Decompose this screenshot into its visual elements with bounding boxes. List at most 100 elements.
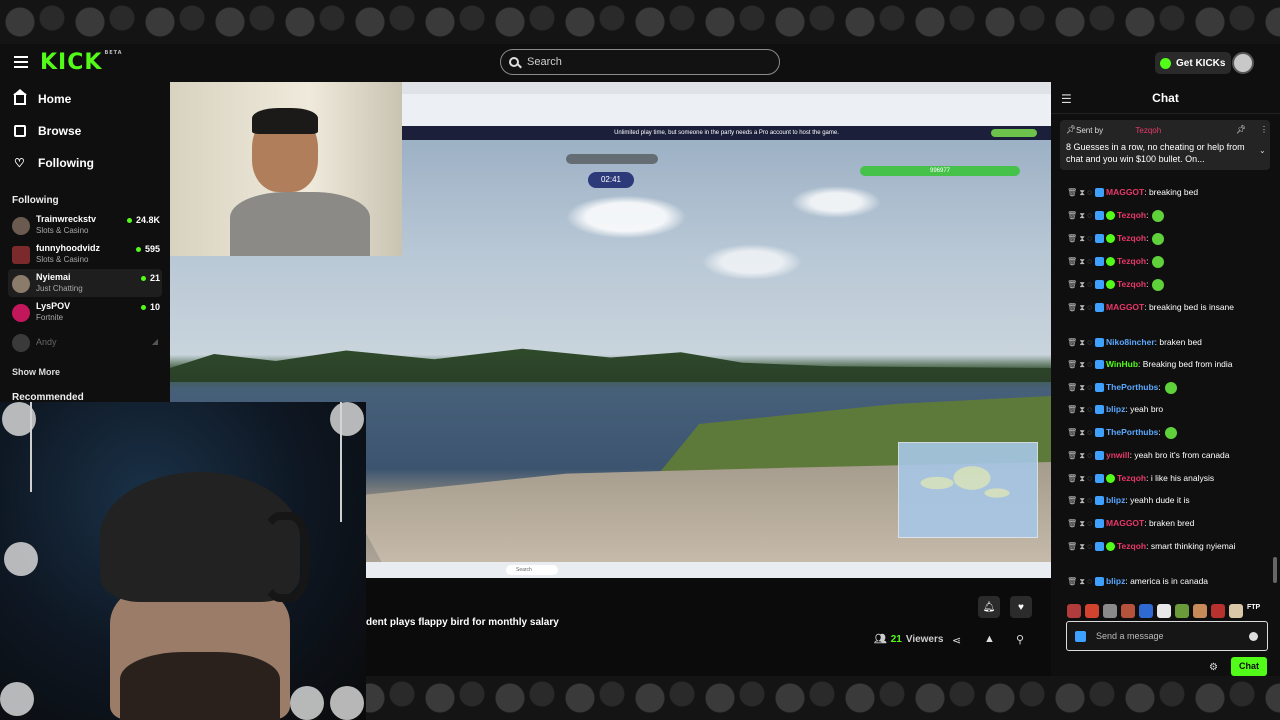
mod-actions-icon[interactable]: 🗑︎ ⧗ ◌ <box>1067 451 1092 460</box>
share-icon[interactable]: ⋖ <box>952 634 961 647</box>
user-avatar[interactable] <box>1232 52 1254 74</box>
sidebar-item-home[interactable]: Home <box>13 89 71 106</box>
mod-actions-icon[interactable]: 🗑︎ ⧗ ◌ <box>1067 383 1092 392</box>
emote[interactable] <box>1157 604 1171 618</box>
chat-username[interactable]: ThePorthubs <box>1106 382 1158 392</box>
sidebar-item-browse[interactable]: Browse <box>14 124 81 138</box>
chat-username[interactable]: Tezqoh <box>1117 233 1146 243</box>
mod-actions-icon[interactable]: 🗑︎ ⧗ ◌ <box>1067 360 1092 369</box>
mod-actions-icon[interactable]: 🗑︎ ⧗ ◌ <box>1067 474 1092 483</box>
emote[interactable] <box>1229 604 1243 618</box>
chat-settings-gear-icon[interactable]: ⚙ <box>1209 662 1218 673</box>
chat-message[interactable]: 🗑︎ ⧗ ◌ blipz: yeahh dude it is <box>1067 493 1272 508</box>
mod-actions-icon[interactable]: 🗑︎ ⧗ ◌ <box>1067 303 1092 312</box>
game-timer: 02:41 <box>588 172 634 188</box>
chat-message[interactable]: 🗑︎ ⧗ ◌ Tezqoh: smart thinking nyiemai <box>1067 539 1272 554</box>
chat-message[interactable]: 🗑︎ ⧗ ◌ blipz: america is in canada <box>1067 574 1272 589</box>
mod-actions-icon[interactable]: 🗑︎ ⧗ ◌ <box>1067 188 1092 197</box>
followed-channel-nyiemai[interactable]: Nyiemai Just Chatting 21 <box>8 269 162 297</box>
mod-actions-icon[interactable]: 🗑︎ ⧗ ◌ <box>1067 405 1092 414</box>
emote-ftp[interactable]: FTP <box>1247 604 1260 618</box>
search-input[interactable] <box>527 56 767 68</box>
chat-input-box[interactable] <box>1066 621 1268 651</box>
chat-text: : <box>1146 256 1149 266</box>
chat-message[interactable]: 🗑︎ ⧗ ◌ MAGGOT: braken bred <box>1067 516 1272 531</box>
chat-message[interactable]: 🗑︎ ⧗ ◌ Tezqoh: i like his analysis <box>1067 471 1272 486</box>
emote[interactable] <box>1211 604 1225 618</box>
mod-actions-icon[interactable]: 🗑︎ ⧗ ◌ <box>1067 428 1092 437</box>
chat-message[interactable]: 🗑︎ ⧗ ◌ MAGGOT: breaking bed <box>1067 185 1272 200</box>
chat-username[interactable]: Tezqoh <box>1117 541 1146 551</box>
emoji-icon[interactable] <box>1249 632 1258 641</box>
user-options-icon[interactable]: ⚲ <box>1016 633 1024 646</box>
search-bar[interactable] <box>500 49 780 75</box>
chat-username[interactable]: Tezqoh <box>1117 279 1146 289</box>
kick-logo[interactable]: KICK BETA <box>40 50 123 75</box>
chat-username[interactable]: MAGGOT <box>1106 187 1144 197</box>
follow-button[interactable]: ♥ <box>1010 596 1032 618</box>
mod-actions-icon[interactable]: 🗑︎ ⧗ ◌ <box>1067 496 1092 505</box>
emote[interactable] <box>1067 604 1081 618</box>
get-kicks-button[interactable]: Get KICKs <box>1155 52 1232 74</box>
sub-badge-icon <box>1094 496 1104 506</box>
chat-message[interactable]: 🗑︎ ⧗ ◌ blipz: yeah bro <box>1067 402 1272 417</box>
chat-message-input[interactable] <box>1096 631 1236 641</box>
chat-message[interactable]: 🗑︎ ⧗ ◌ WinHub: Breaking bed from india <box>1067 357 1272 372</box>
chat-scrollbar[interactable] <box>1273 557 1277 583</box>
chat-username[interactable]: MAGGOT <box>1106 518 1144 528</box>
followed-channel-trainwreckstv[interactable]: Trainwreckstv Slots & Casino 24.8K <box>8 211 162 239</box>
chat-username[interactable]: WinHub <box>1106 359 1138 369</box>
chat-message[interactable]: 🗑︎ ⧗ ◌ ynwill: yeah bro it's from canada <box>1067 448 1272 463</box>
sidebar-item-following[interactable]: ♡ Following <box>14 156 94 170</box>
chat-message[interactable]: 🗑︎ ⧗ ◌ ThePorthubs: <box>1067 425 1272 440</box>
chat-username[interactable]: MAGGOT <box>1106 302 1144 312</box>
chat-username[interactable]: Tezqoh <box>1117 473 1146 483</box>
mod-actions-icon[interactable]: 🗑︎ ⧗ ◌ <box>1067 519 1092 528</box>
followed-channel-andy[interactable]: Andy ◢ <box>8 328 162 356</box>
followed-channel-lyspov[interactable]: LysPOV Fortnite 10 <box>8 298 162 326</box>
show-more-link[interactable]: Show More <box>12 367 60 377</box>
send-chat-button[interactable]: Chat <box>1231 657 1267 676</box>
mod-actions-icon[interactable]: 🗑︎ ⧗ ◌ <box>1067 542 1092 551</box>
chat-username[interactable]: blipz <box>1106 495 1125 505</box>
chat-username[interactable]: Niko8incher <box>1106 337 1155 347</box>
mod-actions-icon[interactable]: 🗑︎ ⧗ ◌ <box>1067 577 1092 586</box>
guest-beard <box>120 652 280 720</box>
bell-icon: 🔔︎ <box>982 601 996 613</box>
emote[interactable] <box>1175 604 1189 618</box>
chat-message[interactable]: 🗑︎ ⧗ ◌ Tezqoh: <box>1067 254 1272 269</box>
chat-username[interactable]: ynwill <box>1106 450 1130 460</box>
chat-username[interactable]: ThePorthubs <box>1106 427 1158 437</box>
chat-username[interactable]: Tezqoh <box>1117 210 1146 220</box>
chat-message[interactable]: 🗑︎ ⧗ ◌ MAGGOT: breaking bed is insane <box>1067 300 1272 315</box>
chat-message[interactable]: 🗑︎ ⧗ ◌ Niko8incher: braken bed <box>1067 335 1272 350</box>
mod-actions-icon[interactable]: 🗑︎ ⧗ ◌ <box>1067 338 1092 347</box>
mod-actions-icon[interactable]: 🗑︎ ⧗ ◌ <box>1067 234 1092 243</box>
chat-message[interactable]: 🗑︎ ⧗ ◌ ThePorthubs: <box>1067 380 1272 395</box>
notification-bell-button[interactable]: 🔔︎ <box>978 596 1000 618</box>
mod-actions-icon[interactable]: 🗑︎ ⧗ ◌ <box>1067 257 1092 266</box>
avatar <box>12 275 30 293</box>
emote[interactable] <box>1121 604 1135 618</box>
verified-badge-icon <box>1105 280 1115 290</box>
chat-message[interactable]: 🗑︎ ⧗ ◌ Tezqoh: <box>1067 208 1272 223</box>
report-icon[interactable]: ▲ <box>984 633 995 645</box>
followed-channel-funnyhoodvidz[interactable]: funnyhoodvidz Slots & Casino 595 <box>8 240 162 268</box>
emote[interactable] <box>1103 604 1117 618</box>
mod-actions-icon[interactable]: 🗑︎ ⧗ ◌ <box>1067 280 1092 289</box>
emote[interactable] <box>1085 604 1099 618</box>
mod-actions-icon[interactable]: 🗑︎ ⧗ ◌ <box>1067 211 1092 220</box>
more-options-icon[interactable]: ⋮ <box>1260 125 1268 134</box>
chat-username[interactable]: blipz <box>1106 576 1125 586</box>
expand-chevron-icon[interactable]: ⌄ <box>1259 146 1266 155</box>
pinned-message[interactable]: 📌︎ Sent by Tezqoh 📌︎ ⋮ ⌄ 8 Guesses in a … <box>1060 120 1270 170</box>
emote[interactable] <box>1193 604 1207 618</box>
chat-message[interactable]: 🗑︎ ⧗ ◌ Tezqoh: <box>1067 277 1272 292</box>
emote[interactable] <box>1139 604 1153 618</box>
chat-username[interactable]: Tezqoh <box>1117 256 1146 266</box>
unpin-icon[interactable]: 📌︎ <box>1236 125 1246 134</box>
menu-icon[interactable] <box>14 56 28 68</box>
chat-username[interactable]: blipz <box>1106 404 1125 414</box>
viewers-icon: 👥︎ <box>874 634 887 645</box>
chat-message[interactable]: 🗑︎ ⧗ ◌ Tezqoh: <box>1067 231 1272 246</box>
